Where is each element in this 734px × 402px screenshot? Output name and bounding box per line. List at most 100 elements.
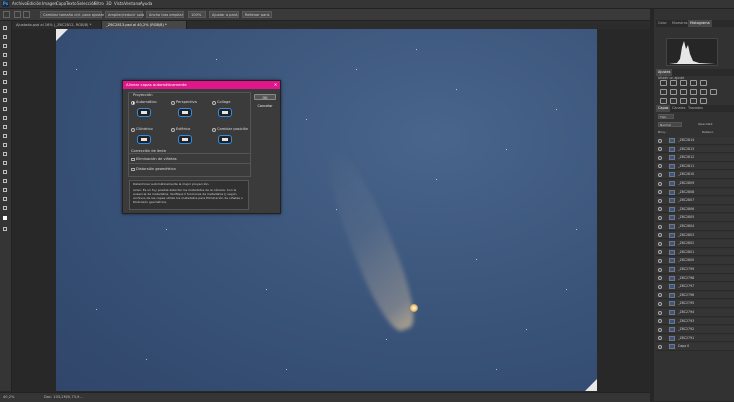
- close-icon[interactable]: ✕: [273, 82, 278, 87]
- eye-icon[interactable]: [658, 147, 662, 152]
- eye-icon[interactable]: [658, 138, 662, 143]
- black-white-icon[interactable]: [680, 89, 687, 95]
- layer-row[interactable]: _Z6C2801: [656, 248, 734, 257]
- stamp-tool-icon[interactable]: [2, 106, 9, 113]
- eye-icon[interactable]: [658, 172, 662, 177]
- eye-icon[interactable]: [658, 207, 662, 212]
- automatico-icon[interactable]: [137, 108, 151, 117]
- layer-row[interactable]: _Z6C2805: [656, 214, 734, 222]
- marquee-tool-icon[interactable]: [2, 34, 9, 41]
- eraser-tool-icon[interactable]: [2, 124, 9, 131]
- layer-row[interactable]: _Z6C2799: [656, 266, 734, 274]
- layer-row[interactable]: _Z6C2804: [656, 223, 734, 231]
- zoom-out-icon[interactable]: [23, 11, 30, 18]
- layer-row[interactable]: _Z6C2792: [656, 326, 734, 334]
- layer-row[interactable]: _Z6C2798: [656, 274, 734, 283]
- layer-row[interactable]: _Z6C2796: [656, 291, 734, 300]
- menu-item-edicion[interactable]: Edición: [27, 1, 41, 7]
- path-select-tool-icon[interactable]: [2, 178, 9, 185]
- geometric-distortion-checkbox[interactable]: [131, 167, 135, 171]
- blur-tool-icon[interactable]: [2, 142, 9, 149]
- eye-icon[interactable]: [658, 190, 662, 195]
- layer-row[interactable]: _Z6C2807: [656, 197, 734, 205]
- crop-tool-icon[interactable]: [2, 61, 9, 68]
- vignette-checkbox[interactable]: [131, 157, 135, 161]
- channel-mixer-icon[interactable]: [700, 89, 707, 95]
- layer-row[interactable]: _Z6C2803: [656, 231, 734, 240]
- eye-icon[interactable]: [658, 241, 662, 246]
- zoom-level[interactable]: 40,2%: [3, 394, 14, 401]
- layer-row[interactable]: _Z6C2791: [656, 334, 734, 343]
- gradient-map-icon[interactable]: [690, 98, 697, 104]
- frame-tool-icon[interactable]: [2, 70, 9, 77]
- color-balance-icon[interactable]: [670, 89, 677, 95]
- gradient-tool-icon[interactable]: [2, 133, 9, 140]
- tab-muestras[interactable]: Muestras: [670, 20, 690, 27]
- dodge-tool-icon[interactable]: [2, 151, 9, 158]
- menu-item-texto[interactable]: Texto: [66, 1, 77, 7]
- eye-icon[interactable]: [658, 250, 662, 255]
- cambiar-posicion-icon[interactable]: [218, 135, 232, 144]
- eye-icon[interactable]: [658, 198, 662, 203]
- blend-mode-select[interactable]: Normal: [658, 122, 682, 127]
- tab-z6c2813[interactable]: _Z6C2813.psd al 40,2% (RGB/8) *: [102, 21, 187, 29]
- posterize-icon[interactable]: [670, 98, 677, 104]
- healing-brush-icon[interactable]: [2, 88, 9, 95]
- layer-row[interactable]: _Z6C2811: [656, 162, 734, 171]
- menu-item-imagen[interactable]: Imagen: [42, 1, 57, 7]
- brush-tool-icon[interactable]: [2, 97, 9, 104]
- tab-ajustes[interactable]: Ajustes: [656, 69, 673, 76]
- tab-canales[interactable]: Canales: [670, 105, 687, 112]
- eye-icon[interactable]: [658, 215, 662, 220]
- zoom-tool-icon[interactable]: [3, 11, 10, 18]
- foreground-color-swatch[interactable]: [2, 215, 9, 222]
- vibrance-icon[interactable]: [700, 80, 707, 86]
- layer-row[interactable]: _Z6C2814: [656, 137, 734, 145]
- photo-filter-icon[interactable]: [690, 89, 697, 95]
- eye-icon[interactable]: [658, 233, 662, 238]
- cancel-button[interactable]: Cancelar: [254, 103, 276, 109]
- layer-row[interactable]: _Z6C2806: [656, 205, 734, 214]
- levels-icon[interactable]: [670, 80, 677, 86]
- scrubby-zoom-checkbox[interactable]: Ancho tras ampliar: [146, 11, 184, 18]
- menu-item-filtro[interactable]: Filtro: [94, 1, 104, 7]
- radio-esferico[interactable]: [171, 127, 175, 132]
- eye-icon[interactable]: [658, 310, 662, 315]
- layer-row[interactable]: _Z6C2797: [656, 283, 734, 291]
- layer-row[interactable]: _Z6C2802: [656, 240, 734, 248]
- eye-icon[interactable]: [658, 327, 662, 332]
- resize-windows-checkbox[interactable]: Cambiar tamaño ctrl. para ajustar: [40, 11, 104, 18]
- eye-icon[interactable]: [658, 258, 662, 263]
- tab-capas[interactable]: Capas: [656, 105, 671, 112]
- radio-automatico[interactable]: [131, 100, 135, 105]
- eye-icon[interactable]: [658, 336, 662, 341]
- layer-row[interactable]: _Z6C2810: [656, 171, 734, 179]
- zoom-in-icon[interactable]: [14, 11, 21, 18]
- layer-row[interactable]: _Z6C2812: [656, 154, 734, 162]
- perspectiva-icon[interactable]: [178, 108, 192, 117]
- pen-tool-icon[interactable]: [2, 160, 9, 167]
- menu-item-3d[interactable]: 3D: [106, 1, 112, 7]
- color-lookup-icon[interactable]: [710, 89, 717, 95]
- radio-collage[interactable]: [212, 100, 216, 105]
- layer-row[interactable]: _Z6C2794: [656, 309, 734, 317]
- eye-icon[interactable]: [658, 293, 662, 298]
- tab-color[interactable]: Color: [656, 20, 669, 27]
- hue-saturation-icon[interactable]: [660, 89, 667, 95]
- zoom-all-windows-checkbox[interactable]: Ampliar/reducir solo: [105, 11, 144, 18]
- eye-icon[interactable]: [658, 276, 662, 281]
- layer-row[interactable]: Capa 0: [656, 343, 734, 351]
- zoom-tool-sidebar-icon[interactable]: [2, 205, 9, 212]
- threshold-icon[interactable]: [680, 98, 687, 104]
- zoom-100-button[interactable]: 100%: [188, 11, 206, 18]
- cilindrico-icon[interactable]: [137, 135, 151, 144]
- hand-tool-icon[interactable]: [2, 196, 9, 203]
- quick-mask-icon[interactable]: [2, 226, 9, 233]
- menu-item-ayuda[interactable]: Ayuda: [140, 1, 152, 7]
- history-brush-icon[interactable]: [2, 115, 9, 122]
- tab-histograma[interactable]: Histograma: [688, 20, 712, 27]
- menu-item-archivo[interactable]: Archivo: [12, 1, 27, 7]
- layer-row[interactable]: _Z6C2808: [656, 188, 734, 197]
- selective-color-icon[interactable]: [700, 98, 707, 104]
- layer-row[interactable]: _Z6C2800: [656, 257, 734, 265]
